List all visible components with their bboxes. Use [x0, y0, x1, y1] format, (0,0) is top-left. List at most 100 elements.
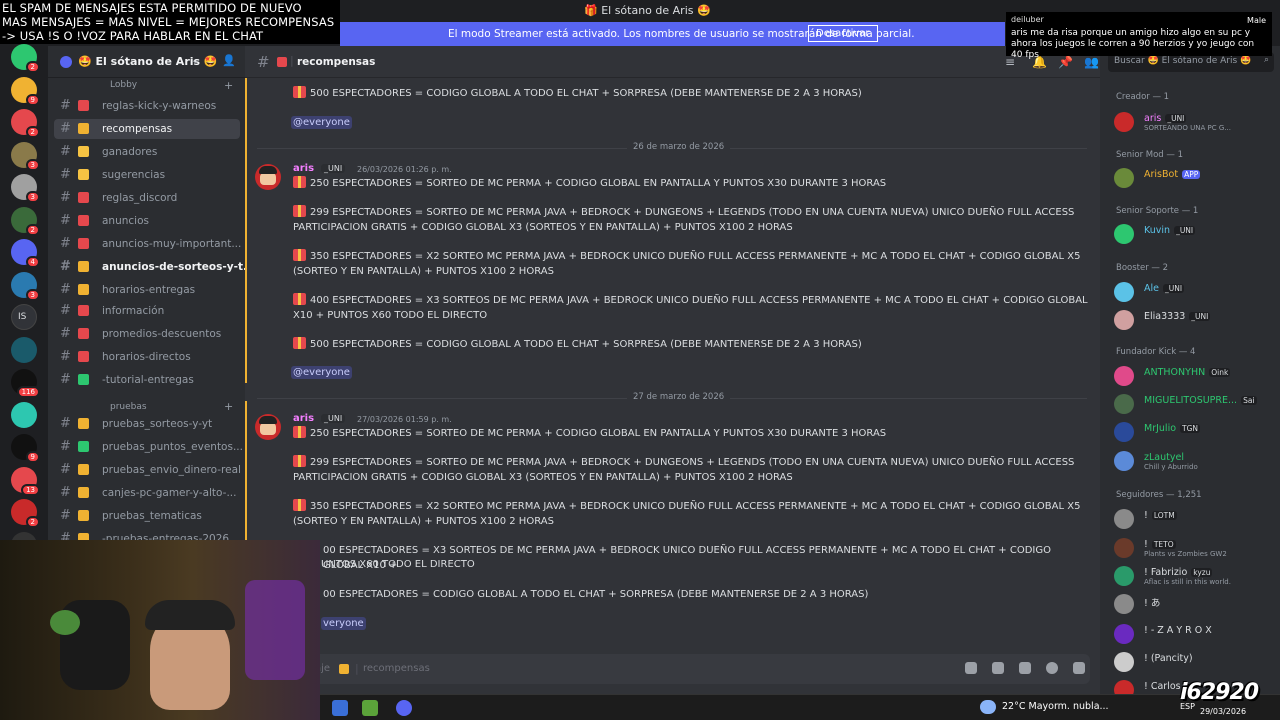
avatar [1114, 594, 1134, 614]
channel-reglas-discord[interactable]: # reglas_discord [54, 188, 240, 208]
taskbar-date[interactable]: 29/03/2026 [1200, 707, 1246, 716]
channel-label: horarios-entregas [102, 284, 196, 296]
channel-horarios-directos[interactable]: # horarios-directos [54, 347, 240, 367]
emoji-icon[interactable] [1046, 662, 1058, 674]
everyone-mention[interactable]: @everyone [291, 116, 352, 129]
channel-canjes-pc-gamer-y-alto[interactable]: # canjes-pc-gamer-y-alto-... [54, 483, 240, 503]
add-channel-icon[interactable]: + [224, 79, 233, 92]
channel-anuncios-de-sorteos-y-t[interactable]: # anuncios-de-sorteos-y-t... [54, 257, 255, 277]
channel-reglas-kick-y-warneos[interactable]: # reglas-kick-y-warneos [54, 96, 240, 116]
member-item[interactable]: ANTHONYHN Oink [1114, 364, 1274, 388]
chevron-down-icon[interactable]: ⌄ [191, 55, 199, 66]
weather-text[interactable]: 22°C Mayorm. nubla... [1002, 701, 1109, 712]
server-icon[interactable]: 2 [11, 109, 40, 138]
taskbar-app-icon[interactable] [332, 700, 348, 716]
channel-label: pruebas_tematicas [102, 510, 202, 522]
channel-label: promedios-descuentos [102, 328, 222, 340]
channel-pruebas-envio-dinero-real[interactable]: # pruebas_envio_dinero-real [54, 460, 241, 480]
server-icon[interactable] [11, 336, 37, 363]
member-name: ! Fabrizio kyzu [1144, 567, 1213, 578]
member-item[interactable]: aris _UNI SORTEANDO UNA PC G... [1114, 110, 1274, 134]
member-item[interactable]: Elia3333 _UNI [1114, 308, 1274, 332]
member-item[interactable]: ! - Z A Y R O X [1114, 622, 1274, 646]
channel-pruebas-puntos-eventos[interactable]: # pruebas_puntos_eventos... [54, 437, 243, 457]
member-item[interactable]: ArisBot APP [1114, 166, 1274, 190]
server-icon[interactable]: 2 [11, 206, 40, 236]
everyone-mention[interactable]: veryone [321, 617, 366, 630]
channel-emoji-icon [78, 238, 89, 249]
server-icon[interactable]: 2 [11, 44, 40, 73]
channel-emoji-icon [78, 192, 89, 203]
discord-icon[interactable] [396, 700, 412, 716]
avatar[interactable] [255, 414, 281, 440]
member-item[interactable]: Ale _UNI [1114, 280, 1274, 304]
member-tag: APP [1182, 170, 1201, 179]
apps-icon[interactable] [1073, 662, 1085, 674]
disable-streamer-button[interactable]: Desactivar [808, 25, 878, 42]
server-icon[interactable]: 2 [11, 499, 40, 528]
avatar[interactable] [255, 164, 281, 190]
channel-pruebas-sorteos-y-yt[interactable]: # pruebas_sorteos-y-yt [54, 414, 240, 434]
avatar [1114, 282, 1134, 302]
member-tag: _UNI [1189, 312, 1211, 321]
server-icon[interactable]: 116 [11, 369, 40, 398]
member-item[interactable]: MrJulio TGN [1114, 420, 1274, 444]
message-composer[interactable]: aje | recompensas [255, 654, 1090, 684]
member-name: ! (Pancity) [1144, 653, 1193, 664]
minecraft-icon[interactable] [362, 700, 378, 716]
server-icon[interactable]: 9 [11, 76, 40, 106]
channel-promedios-descuentos[interactable]: # promedios-descuentos [54, 324, 240, 344]
channel-sugerencias[interactable]: # sugerencias [54, 165, 240, 185]
channel-anuncios[interactable]: # anuncios [54, 211, 240, 231]
member-item[interactable]: ! (Pancity) [1114, 650, 1274, 674]
channel-tutorial-entregas[interactable]: # -tutorial-entregas [54, 370, 240, 390]
hash-icon: # [60, 303, 71, 318]
category-pruebas[interactable]: pruebas [110, 402, 147, 412]
member-category: Fundador Kick — 4 [1116, 347, 1196, 357]
channel-emoji-icon [78, 510, 89, 521]
gift-icon [293, 426, 306, 438]
channel-emoji-icon [78, 464, 89, 475]
sticker-icon[interactable] [1019, 662, 1031, 674]
gift-nitro-icon[interactable] [965, 662, 977, 674]
server-icon[interactable]: IS [11, 304, 37, 330]
separator: | [290, 54, 294, 67]
channel-horarios-entregas[interactable]: # horarios-entregas [54, 280, 240, 300]
member-item[interactable]: Kuvin _UNI [1114, 222, 1274, 246]
server-icon[interactable]: 9 [11, 434, 40, 463]
server-icon[interactable]: 13 [11, 466, 40, 496]
server-icon[interactable]: 3 [11, 174, 40, 203]
channel-informaci-n[interactable]: # información [54, 301, 240, 321]
everyone-mention[interactable]: @everyone [291, 366, 352, 379]
member-item[interactable]: ! あ [1114, 592, 1274, 616]
channel-ganadores[interactable]: # ganadores [54, 142, 240, 162]
member-item[interactable]: ! Fabrizio kyzu Aflac is still in this wor… [1114, 564, 1274, 588]
member-category: Booster — 2 [1116, 263, 1169, 273]
channel-recompensas[interactable]: # recompensas [54, 119, 240, 139]
server-header[interactable]: 🤩 El sótano de Aris 🤩 ⌄ 👤 [48, 46, 245, 78]
server-icon[interactable]: 4 [11, 239, 40, 268]
member-item[interactable]: MIGUELITOSUPRE... Sai [1114, 392, 1274, 416]
category-lobby[interactable]: Lobby [110, 80, 137, 90]
member-item[interactable]: ! TETO Plants vs Zombies GW2 [1114, 536, 1274, 560]
overlay-line: -> USA !S O !VOZ PARA HABLAR EN EL CHAT [2, 29, 264, 43]
add-member-icon[interactable]: 👤 [222, 54, 236, 67]
overlay-chat-user: deiluber [1011, 15, 1044, 24]
channel-anuncios-muy-important[interactable]: # anuncios-muy-important... [54, 234, 241, 254]
gif-icon[interactable] [992, 662, 1004, 674]
message-author[interactable]: aris [293, 413, 314, 424]
server-icon[interactable]: 3 [11, 141, 40, 171]
member-item[interactable]: ! LOTM [1114, 507, 1274, 531]
channel-pruebas-tematicas[interactable]: # pruebas_tematicas [54, 506, 240, 526]
server-icon[interactable]: 3 [11, 271, 40, 301]
member-name-text: ! あ [1144, 598, 1161, 609]
member-name: MIGUELITOSUPRE... Sai [1144, 395, 1257, 406]
message-author[interactable]: aris [293, 163, 314, 174]
mention-badge: 13 [21, 483, 40, 496]
server-icon[interactable] [11, 401, 37, 428]
member-item[interactable]: zLautyel Chill y Aburrido [1114, 449, 1274, 473]
mention-badge: 116 [16, 386, 40, 398]
frog-plush [50, 610, 80, 635]
avatar [1114, 394, 1134, 414]
add-channel-icon[interactable]: + [224, 400, 233, 413]
